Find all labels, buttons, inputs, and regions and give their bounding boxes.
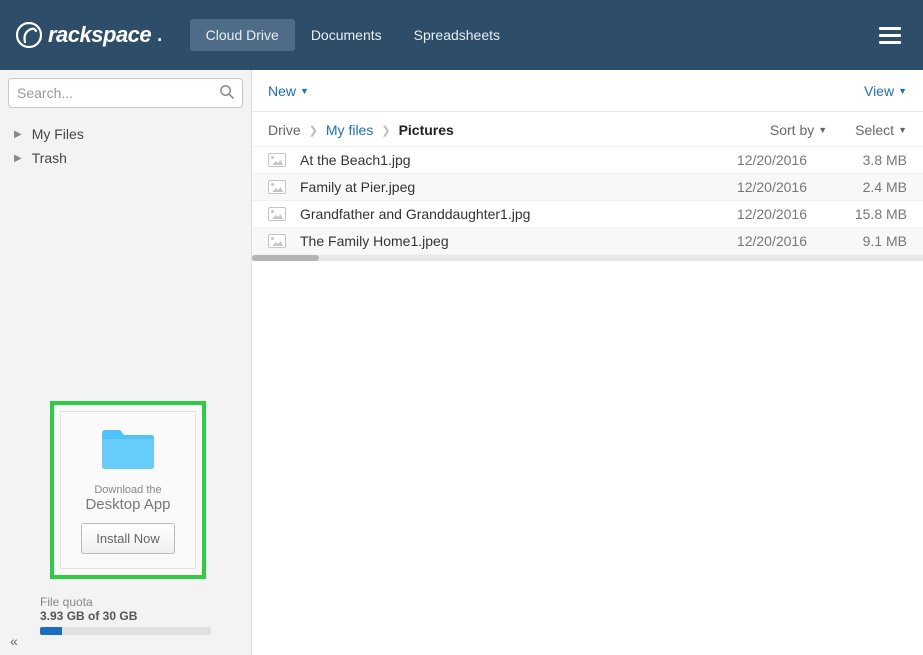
search-box[interactable] [8,78,243,108]
file-row[interactable]: The Family Home1.jpeg 12/20/2016 9.1 MB [252,228,923,255]
quota-value: 3.93 GB of 30 GB [40,609,211,623]
breadcrumb-row: Drive ❯ My files ❯ Pictures Sort by ▼ Se… [252,112,923,146]
file-size: 3.8 MB [807,152,907,168]
select-label: Select [855,122,894,138]
image-file-icon [268,234,286,248]
file-date: 12/20/2016 [687,233,807,249]
content-area: New ▼ View ▼ Drive ❯ My files ❯ Pictures… [252,70,923,655]
crumb-my-files[interactable]: My files [326,122,373,138]
promo-line2: Desktop App [69,496,187,513]
caret-down-icon: ▼ [898,86,907,96]
content-toolbar: New ▼ View ▼ [252,70,923,112]
sort-label: Sort by [770,122,814,138]
new-label: New [268,83,296,99]
file-date: 12/20/2016 [687,152,807,168]
horizontal-scrollbar[interactable] [252,255,923,261]
file-size: 9.1 MB [807,233,907,249]
search-wrap [0,70,251,116]
search-icon[interactable] [219,84,234,102]
image-file-icon [268,180,286,194]
file-row[interactable]: At the Beach1.jpg 12/20/2016 3.8 MB [252,147,923,174]
quota-bar [40,627,211,635]
view-label: View [864,83,894,99]
tree-my-files[interactable]: ▶ My Files [0,122,251,146]
file-size: 15.8 MB [807,206,907,222]
folder-tree: ▶ My Files ▶ Trash [0,116,251,176]
tree-label: My Files [32,126,84,142]
collapse-sidebar-button[interactable]: « [10,633,18,649]
tree-trash[interactable]: ▶ Trash [0,146,251,170]
nav-cloud-drive[interactable]: Cloud Drive [190,19,295,51]
nav-documents[interactable]: Documents [295,19,398,51]
file-date: 12/20/2016 [687,179,807,195]
caret-right-icon: ▶ [14,129,22,140]
brand-text: rackspace [48,22,151,48]
file-row[interactable]: Family at Pier.jpeg 12/20/2016 2.4 MB [252,174,923,201]
file-name: The Family Home1.jpeg [300,233,687,249]
nav-tabs: Cloud Drive Documents Spreadsheets [190,19,516,51]
menu-icon[interactable] [873,17,907,54]
sort-by-button[interactable]: Sort by ▼ [770,122,827,138]
image-file-icon [268,207,286,221]
view-button[interactable]: View ▼ [864,83,907,99]
nav-spreadsheets[interactable]: Spreadsheets [398,19,516,51]
caret-right-icon: ▶ [14,153,22,164]
top-nav: rackspace. Cloud Drive Documents Spreads… [0,0,923,70]
promo-highlight-box: Download the Desktop App Install Now [50,401,206,579]
list-actions: Sort by ▼ Select ▼ [770,122,907,138]
crumb-current: Pictures [399,122,454,138]
scroll-thumb[interactable] [252,255,319,261]
install-now-button[interactable]: Install Now [81,523,175,554]
tree-label: Trash [32,150,67,166]
file-list: At the Beach1.jpg 12/20/2016 3.8 MB Fami… [252,146,923,255]
quota-block: File quota 3.93 GB of 30 GB [0,589,251,655]
brand-dot: . [157,25,162,46]
main-area: ▶ My Files ▶ Trash Download the [0,70,923,655]
promo-line1: Download the [69,484,187,496]
chevron-right-icon: ❯ [381,124,390,137]
file-row[interactable]: Grandfather and Granddaughter1.jpg 12/20… [252,201,923,228]
rackspace-icon [16,22,42,48]
search-input[interactable] [17,85,219,101]
quota-fill [40,627,62,635]
sidebar: ▶ My Files ▶ Trash Download the [0,70,252,655]
breadcrumb: Drive ❯ My files ❯ Pictures [268,122,454,138]
caret-down-icon: ▼ [818,125,827,135]
promo-area: Download the Desktop App Install Now Fil… [0,401,251,655]
file-name: Family at Pier.jpeg [300,179,687,195]
chevron-right-icon: ❯ [309,124,318,137]
folder-icon [69,426,187,470]
new-button[interactable]: New ▼ [268,83,309,99]
brand-logo[interactable]: rackspace. [16,22,162,48]
file-date: 12/20/2016 [687,206,807,222]
image-file-icon [268,153,286,167]
quota-label: File quota [40,595,211,609]
caret-down-icon: ▼ [300,86,309,96]
file-size: 2.4 MB [807,179,907,195]
file-name: At the Beach1.jpg [300,152,687,168]
promo-card: Download the Desktop App Install Now [60,411,196,569]
crumb-drive[interactable]: Drive [268,122,301,138]
file-name: Grandfather and Granddaughter1.jpg [300,206,687,222]
select-button[interactable]: Select ▼ [855,122,907,138]
caret-down-icon: ▼ [898,125,907,135]
